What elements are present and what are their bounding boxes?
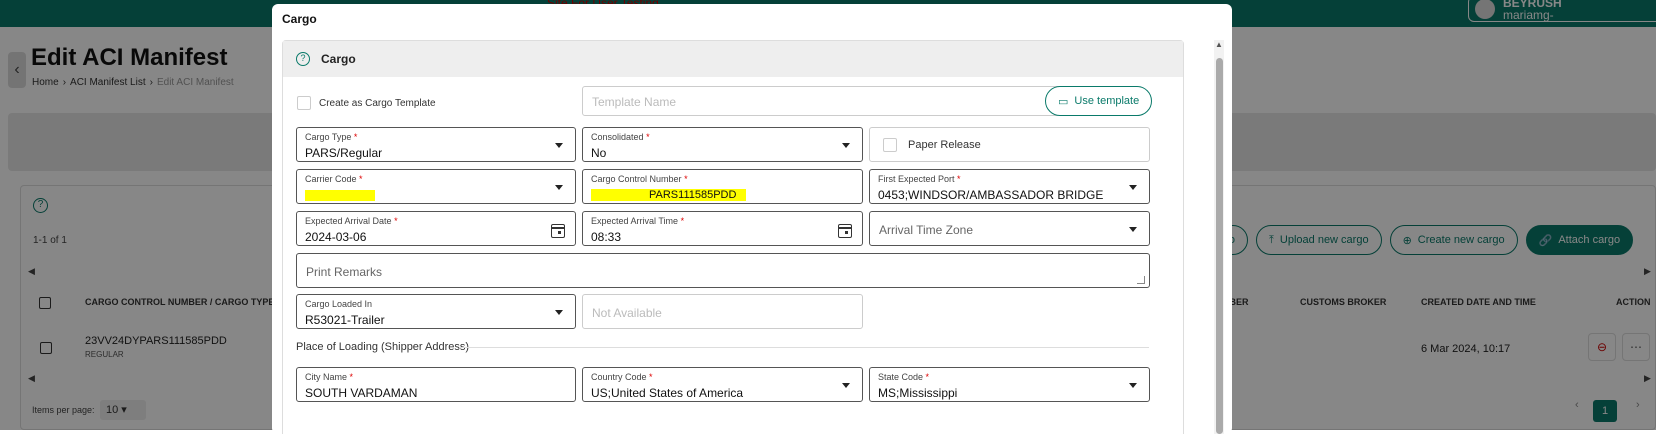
paper-release-box: Paper Release [869, 127, 1150, 162]
first-port-select[interactable]: First Expected Port * 0453;WINDSOR/AMBAS… [869, 169, 1150, 204]
template-icon: ▭ [1058, 95, 1069, 108]
place-of-loading-title: Place of Loading (Shipper Address) [296, 341, 470, 353]
arrival-time-input[interactable]: Expected Arrival Time * 08:33 [582, 211, 863, 246]
divider [459, 347, 1149, 348]
paper-release-checkbox[interactable] [883, 138, 897, 152]
country-select[interactable]: Country Code * US;United States of Ameri… [582, 367, 863, 402]
cargo-loaded-in-select[interactable]: Cargo Loaded In R53021-Trailer [296, 294, 576, 329]
chevron-down-icon [1129, 185, 1137, 190]
carrier-code-value [305, 190, 375, 201]
scroll-thumb[interactable] [1216, 58, 1223, 434]
scroll-up-icon[interactable]: ▲ [1215, 40, 1223, 49]
print-remarks-textarea[interactable]: Print Remarks [296, 253, 1150, 288]
chevron-down-icon [1129, 383, 1137, 388]
state-select[interactable]: State Code * MS;Mississippi [869, 367, 1150, 402]
template-checkbox[interactable] [297, 96, 311, 110]
arrival-timezone-select[interactable]: Arrival Time Zone [869, 211, 1150, 246]
calendar-icon[interactable] [838, 224, 852, 238]
ccn-value: PARS111585PDD [591, 189, 747, 201]
paper-release-label: Paper Release [908, 139, 981, 151]
chevron-down-icon [555, 310, 563, 315]
template-name-input[interactable]: Template Name [582, 86, 1066, 116]
cargo-modal: Cargo ? Cargo Create as Cargo Template T… [272, 4, 1232, 434]
section-header: ? Cargo [283, 41, 1183, 77]
cargo-section: ? Cargo Create as Cargo Template Templat… [282, 40, 1184, 434]
template-checkbox-label: Create as Cargo Template [319, 98, 436, 109]
calendar-icon[interactable] [551, 224, 565, 238]
cargo-type-select[interactable]: Cargo Type * PARS/Regular [296, 127, 576, 162]
chevron-down-icon [555, 185, 563, 190]
help-icon[interactable]: ? [296, 52, 310, 66]
section-title: Cargo [321, 52, 356, 66]
chevron-down-icon [1129, 227, 1137, 232]
carrier-code-select[interactable]: Carrier Code * [296, 169, 576, 204]
chevron-down-icon [842, 383, 850, 388]
resize-handle-icon [1137, 276, 1145, 284]
city-input[interactable]: City Name * SOUTH VARDAMAN [296, 367, 576, 402]
chevron-down-icon [555, 143, 563, 148]
chevron-down-icon [842, 143, 850, 148]
ccn-input[interactable]: Cargo Control Number * PARS111585PDD [582, 169, 863, 204]
use-template-button[interactable]: ▭ Use template [1045, 86, 1153, 116]
consolidated-select[interactable]: Consolidated * No [582, 127, 863, 162]
modal-title: Cargo [282, 12, 317, 26]
modal-scrollbar[interactable]: ▲ [1214, 40, 1224, 434]
not-available-input: Not Available [582, 294, 863, 329]
arrival-date-input[interactable]: Expected Arrival Date * 2024-03-06 [296, 211, 576, 246]
